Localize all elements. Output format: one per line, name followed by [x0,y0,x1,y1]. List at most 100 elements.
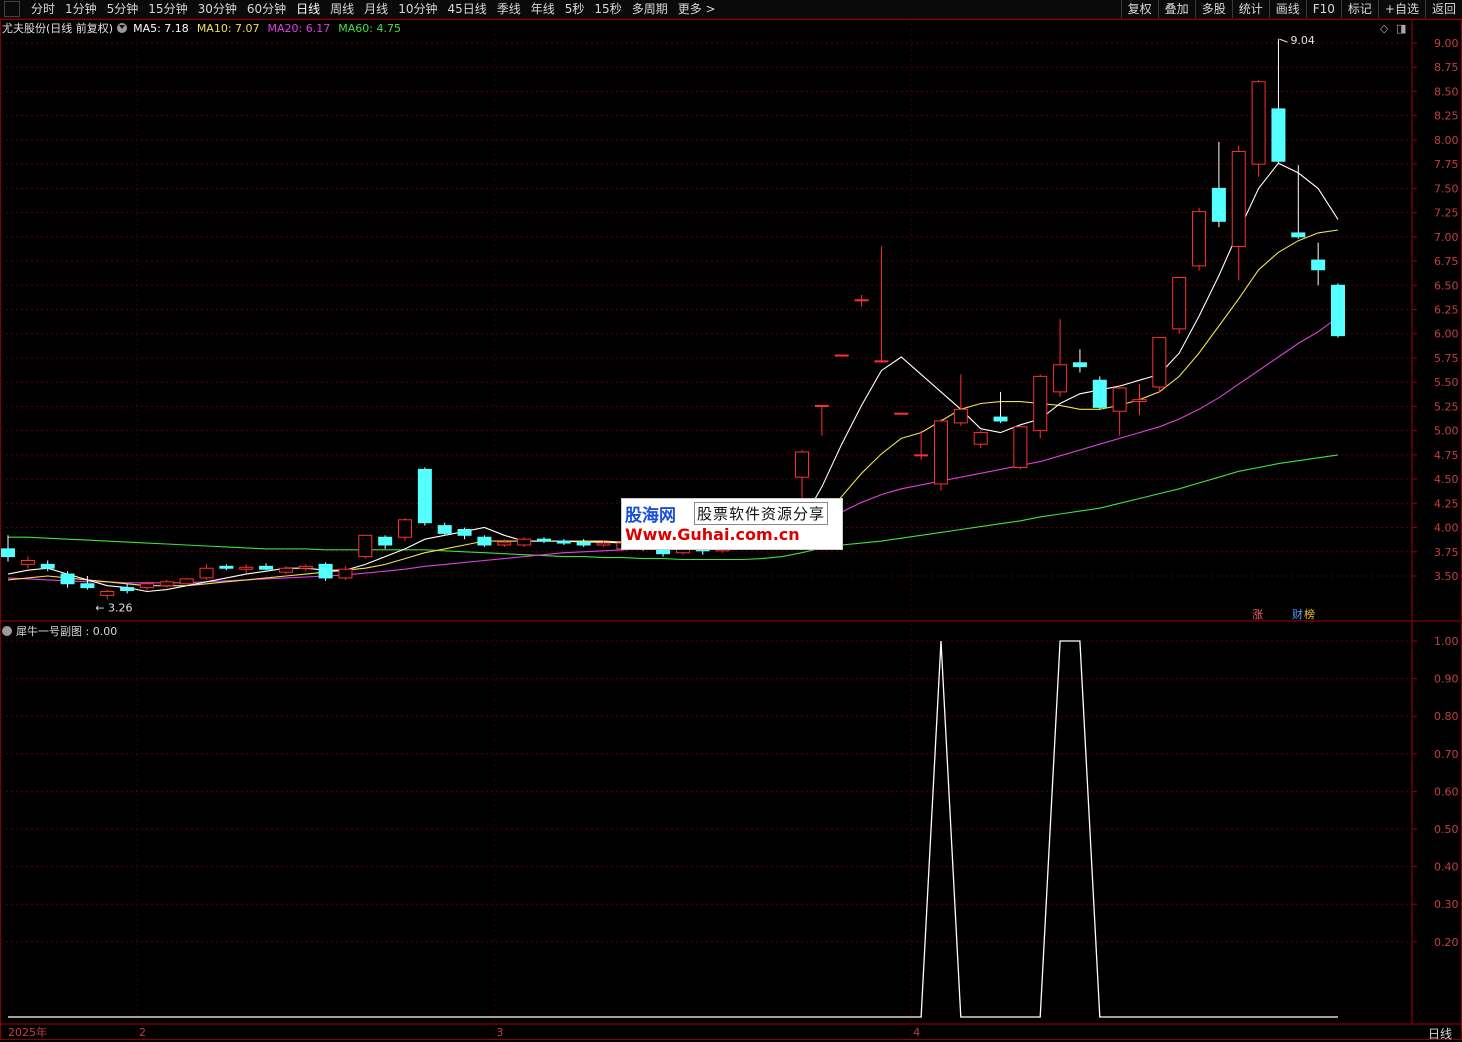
candle-body [914,454,929,457]
candle-body [517,538,532,546]
tab-14[interactable]: 15秒 [589,0,626,18]
sub-indicator-dropdown-icon[interactable] [2,626,12,636]
sub-indicator-bar: 犀牛一号副图 : 0.00 [2,623,117,639]
tab-9[interactable]: 10分钟 [393,0,442,18]
candle-body [1331,284,1345,337]
toolbar-right-buttons: 复权 叠加 多股 统计 画线 F10 标记 +自选 返回 [1120,0,1462,18]
candle-body [80,583,95,589]
price-axis-label: 8.00 [1434,134,1459,147]
candle-body [497,541,512,546]
toolbar-button-7[interactable]: +自选 [1377,0,1425,18]
candle-body [40,563,55,569]
ma60-value: MA60: 4.75 [338,21,401,35]
price-axis-label: 8.25 [1434,110,1459,123]
watermark-url: Www.Guhai.com.cn [625,525,800,544]
candle-body [973,432,988,445]
candle-body [814,404,829,407]
date-label: 2025年 [8,1025,47,1039]
sub-axis-label: 0.70 [1434,748,1459,761]
candle-body [477,536,492,546]
toolbar-button-8[interactable]: 返回 [1424,0,1462,18]
tab-8[interactable]: 月线 [359,0,393,18]
tab-15[interactable]: 多周期 [627,0,673,18]
toolbar-button-1[interactable]: 叠加 [1157,0,1195,18]
cai-badge[interactable]: 财 [1292,606,1303,622]
high-price-label: 9.04 [1290,34,1315,47]
price-axis-label: 4.25 [1434,497,1459,510]
sub-axis-label: 0.60 [1434,785,1459,798]
candle-body [536,538,551,542]
candle-body [556,540,571,544]
candle-body [278,567,293,573]
tab-1[interactable]: 1分钟 [60,0,102,18]
tab-13[interactable]: 5秒 [560,0,590,18]
sub-axis-label: 1.00 [1434,635,1459,648]
candle-body [1251,81,1266,165]
tab-11[interactable]: 季线 [492,0,526,18]
ma5-value: MA5: 7.18 [133,21,189,35]
candle-body [358,534,373,558]
candle-body [953,408,968,424]
toolbar-button-3[interactable]: 统计 [1231,0,1269,18]
candle-body [894,412,909,415]
toolbar-button-6[interactable]: 标记 [1340,0,1378,18]
candle-body [1132,399,1147,403]
tab-2[interactable]: 5分钟 [102,0,144,18]
candle-body [239,566,254,570]
candle-body [60,573,75,585]
sub-axis-label: 0.30 [1434,898,1459,911]
candle-body [159,581,174,587]
price-axis-label: 8.50 [1434,85,1459,98]
window-toggle-icon[interactable]: ◨ [1396,22,1406,35]
candle-body [1291,232,1306,238]
expand-icon[interactable]: ◇ [1380,22,1388,35]
toolbar-button-4[interactable]: 画线 [1268,0,1306,18]
tab-4[interactable]: 30分钟 [193,0,242,18]
candle-body [20,559,35,565]
candle-body [139,583,154,589]
tab-12[interactable]: 年线 [526,0,560,18]
candle-body [1033,375,1048,432]
price-axis-label: 4.50 [1434,473,1459,486]
candle-body [298,565,313,569]
candle-body [1013,426,1028,468]
tab-7[interactable]: 周线 [325,0,359,18]
zhang-badge[interactable]: 涨 [1252,606,1263,622]
watermark-brand: 股海网 [625,506,676,526]
candle-body [854,299,869,302]
candle-body [318,563,333,579]
candle-body [993,416,1008,422]
bang-badge[interactable]: 榜 [1304,606,1315,622]
tab-16[interactable]: 更多 > [673,0,721,18]
tab-5[interactable]: 60分钟 [242,0,291,18]
watermark-logo: 股海网 股票软件资源分享 Www.Guhai.com.cn [621,498,843,550]
tab-6[interactable]: 日线 [291,0,325,18]
toolbar-button-0[interactable]: 复权 [1120,0,1158,18]
tab-10[interactable]: 45日线 [442,0,491,18]
date-label: 2 [139,1026,146,1039]
candle-body [933,420,948,485]
price-axis-label: 4.00 [1434,522,1459,535]
toolbar-button-5[interactable]: F10 [1305,0,1341,18]
toolbar-menu-icon[interactable] [4,1,20,17]
date-label: 3 [496,1026,503,1039]
candle-body [1053,364,1068,393]
candle-body [179,578,194,585]
candle-body [398,519,413,538]
tab-0[interactable]: 分时 [26,0,60,18]
candle-body [1192,211,1207,267]
price-axis-label: 7.50 [1434,182,1459,195]
price-axis-label: 7.25 [1434,207,1459,220]
price-axis-label: 6.50 [1434,279,1459,292]
price-axis-label: 7.00 [1434,231,1459,244]
indicator-dropdown-icon[interactable] [117,23,128,33]
toolbar-button-2[interactable]: 多股 [1194,0,1232,18]
price-axis-label: 6.00 [1434,328,1459,341]
candle-body [437,525,452,534]
sub-axis-label: 0.40 [1434,861,1459,874]
price-axis-label: 7.75 [1434,158,1459,171]
candle-body [1,548,15,558]
candle-body [378,536,393,546]
tab-3[interactable]: 15分钟 [143,0,192,18]
price-axis-label: 5.25 [1434,400,1459,413]
